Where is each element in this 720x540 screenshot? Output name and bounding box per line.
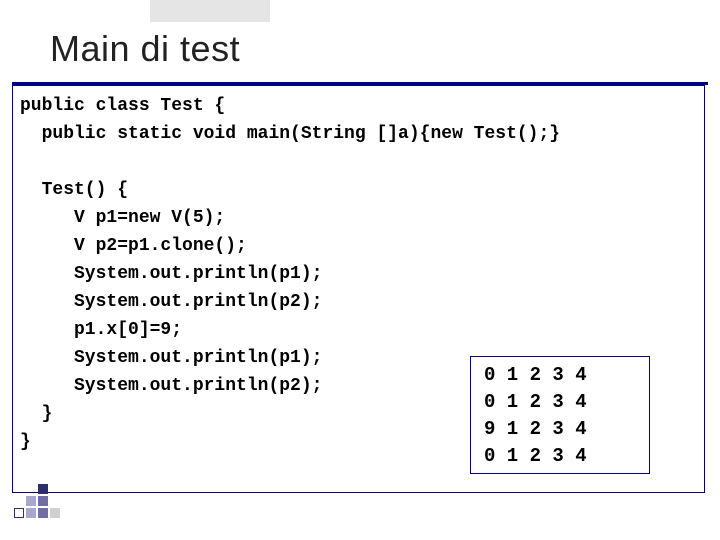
decorative-blocks-icon [14,478,70,522]
output-block: 0 1 2 3 4 0 1 2 3 4 9 1 2 3 4 0 1 2 3 4 [484,362,587,470]
slide-title: Main di test [50,28,240,70]
slide: Main di test public class Test { public … [0,0,720,540]
decorative-tab [150,0,270,22]
